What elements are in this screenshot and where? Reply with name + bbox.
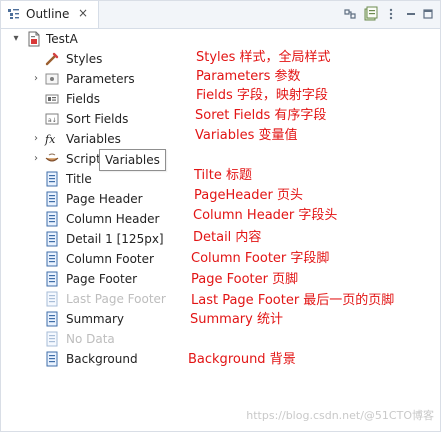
- annotation-page-header: PageHeader 页头: [194, 188, 303, 203]
- annotation-parameters: Parameters 参数: [196, 69, 301, 84]
- watermark: https://blog.csdn.net/@51CTO博客: [246, 409, 434, 422]
- scriptlets-icon: [45, 153, 59, 162]
- tooltip-text: Variables: [105, 153, 160, 167]
- tree-item-last-page-footer: Last Page Footer: [1, 289, 181, 309]
- chevron-down-icon[interactable]: ▾: [11, 34, 21, 44]
- svg-text:fx: fx: [44, 133, 56, 146]
- maximize-icon[interactable]: [422, 6, 434, 22]
- band-icon: [46, 311, 58, 327]
- svg-text:a↓: a↓: [48, 117, 57, 124]
- tree-item-page-header[interactable]: Page Header: [1, 189, 181, 209]
- fields-icon: [45, 94, 59, 104]
- tree-item-label: Styles: [66, 52, 103, 66]
- band-icon: [46, 231, 58, 247]
- tree-item-label: Last Page Footer: [66, 292, 166, 306]
- tree-item-column-footer[interactable]: Column Footer: [1, 249, 181, 269]
- tree-item-variables[interactable]: › fx Variables: [1, 129, 181, 149]
- tree-item-label: Column Header: [66, 212, 160, 226]
- tree-item-label: Title: [66, 172, 92, 186]
- tree-root-testa[interactable]: ▾ TestA: [1, 29, 181, 49]
- band-icon: [46, 171, 58, 187]
- tree-item-label: Page Header: [66, 192, 143, 206]
- styles-icon: [45, 52, 59, 66]
- tree-item-styles[interactable]: Styles: [1, 49, 181, 69]
- band-icon: [46, 331, 58, 347]
- annotation-summary: Summary 统计: [190, 312, 283, 327]
- report-icon: [28, 31, 40, 47]
- band-icon: [46, 351, 58, 367]
- annotation-fields: Fields 字段，映射字段: [196, 88, 328, 103]
- annotation-variables: Variables 变量值: [195, 128, 298, 143]
- tree-item-parameters[interactable]: › Parameters: [1, 69, 181, 89]
- more-menu-icon[interactable]: [385, 6, 397, 22]
- outline-icon: [8, 9, 19, 19]
- panel-tabbar: Outline ×: [1, 1, 440, 29]
- outline-panel: Outline × ▾ TestA Styles › Parameters Fi…: [0, 0, 441, 432]
- band-icon: [46, 251, 58, 267]
- tree-item-label: Detail 1 [125px]: [66, 232, 164, 246]
- tree-item-label: Parameters: [66, 72, 135, 86]
- band-icon: [46, 291, 58, 307]
- tree-item-page-footer[interactable]: Page Footer: [1, 269, 181, 289]
- tree-item-label: Column Footer: [66, 252, 154, 266]
- tree-item-background[interactable]: Background: [1, 349, 181, 369]
- annotation-column-footer: Column Footer 字段脚: [191, 251, 330, 266]
- chevron-right-icon[interactable]: ›: [31, 134, 41, 144]
- tree-item-label: Page Footer: [66, 272, 138, 286]
- tree-item-column-header[interactable]: Column Header: [1, 209, 181, 229]
- annotation-background: Background 背景: [188, 352, 296, 367]
- minimize-icon[interactable]: [405, 6, 417, 22]
- chevron-right-icon[interactable]: ›: [31, 154, 41, 164]
- close-icon[interactable]: ×: [75, 5, 91, 21]
- annotation-last-page-footer: Last Page Footer 最后一页的页脚: [191, 293, 395, 308]
- band-icon: [46, 211, 58, 227]
- annotation-title: Tilte 标题: [194, 168, 252, 183]
- band-icon: [46, 191, 58, 207]
- parameters-icon: [45, 73, 59, 85]
- annotation-column-header: Column Header 字段头: [193, 208, 338, 223]
- annotation-sort-fields: Soret Fields 有序字段: [195, 108, 327, 123]
- tree-item-label: Variables: [66, 132, 121, 146]
- variables-tooltip: Variables: [99, 149, 166, 171]
- annotation-page-footer: Page Footer 页脚: [191, 272, 299, 287]
- sort-fields-icon: a↓: [45, 113, 59, 125]
- tree-item-detail[interactable]: Detail 1 [125px]: [1, 229, 181, 249]
- tree-item-label: No Data: [66, 332, 115, 346]
- variables-icon: fx: [44, 133, 56, 146]
- tree-item-label: Sort Fields: [66, 112, 129, 126]
- tree-item-label: Fields: [66, 92, 100, 106]
- chevron-right-icon[interactable]: ›: [31, 74, 41, 84]
- tree-item-no-data: No Data: [1, 329, 181, 349]
- tree-item-sort-fields[interactable]: a↓ Sort Fields: [1, 109, 181, 129]
- annotation-detail: Detail 内容: [193, 230, 262, 245]
- band-icon: [46, 271, 58, 287]
- tree-root-label: TestA: [46, 32, 78, 46]
- outline-tab-title: Outline: [26, 7, 70, 21]
- tree-item-summary[interactable]: Summary: [1, 309, 181, 329]
- tree-item-label: Background: [66, 352, 138, 366]
- collapse-all-icon[interactable]: [342, 6, 358, 22]
- tree-item-fields[interactable]: Fields: [1, 89, 181, 109]
- view-menu-icon[interactable]: [363, 6, 379, 22]
- tree-item-label: Summary: [66, 312, 124, 326]
- outline-tab[interactable]: Outline ×: [1, 1, 99, 28]
- annotation-styles: Styles 样式，全局样式: [196, 50, 331, 65]
- tree-item-title[interactable]: Title: [1, 169, 181, 189]
